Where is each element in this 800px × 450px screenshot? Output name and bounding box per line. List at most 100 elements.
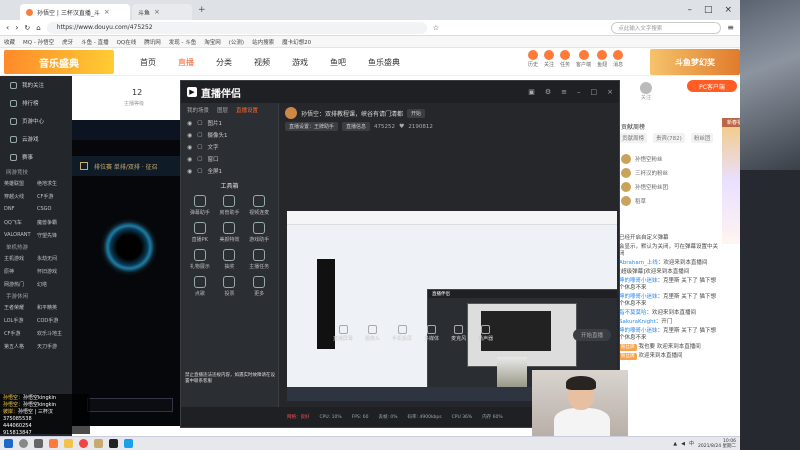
header-icon-button[interactable]: 鱼翅 <box>597 50 607 68</box>
sidebar-game-link[interactable]: 永劫无间 <box>37 252 68 264</box>
sidebar-game-link[interactable]: 幻塔 <box>37 278 68 290</box>
menu-icon[interactable]: ≡ <box>727 23 734 32</box>
chat-user[interactable]: Abraham_上线 <box>619 260 658 266</box>
bookmark-item[interactable]: 魔卡幻想20 <box>282 38 311 46</box>
header-icon-button[interactable]: 关注 <box>544 50 554 68</box>
header-icon-button[interactable]: 历史 <box>528 50 538 68</box>
sidebar-game-link[interactable]: 守望先锋 <box>37 229 68 241</box>
tool-button[interactable]: 点歌 <box>185 276 215 297</box>
eye-icon[interactable]: ◉ <box>187 120 192 127</box>
close-icon[interactable]: × <box>104 8 110 16</box>
tshirt-icon[interactable]: ▣ <box>528 88 535 96</box>
sidebar-game-link[interactable]: VALORANT <box>4 229 35 241</box>
start-live-button[interactable]: 开始直播 <box>573 329 611 341</box>
sidebar-game-link[interactable]: 第五人格 <box>4 340 35 352</box>
source-button[interactable]: 扬声器 <box>478 324 493 342</box>
menu-icon[interactable]: ≡ <box>561 88 567 96</box>
tool-button[interactable]: 美颜特效 <box>215 222 245 243</box>
close-icon[interactable]: × <box>154 8 160 16</box>
maximize-icon[interactable]: □ <box>704 5 713 15</box>
back-icon[interactable]: ‹ <box>6 23 9 32</box>
task-view-icon[interactable] <box>34 439 43 448</box>
nav-item[interactable]: 鱼吧 <box>330 57 346 68</box>
room-info-button[interactable]: 直播信息 <box>342 122 371 131</box>
browser-icon[interactable] <box>49 439 58 448</box>
eye-icon[interactable]: ◉ <box>187 168 192 175</box>
scene-tab[interactable]: 我的场景 <box>187 106 209 114</box>
scene-tab[interactable]: 直播设置 <box>236 106 258 114</box>
new-tab-icon[interactable]: + <box>198 5 206 15</box>
nav-item[interactable]: 直播 <box>178 57 194 68</box>
rank-tab[interactable]: 贵宾(782) <box>653 133 685 143</box>
sidebar-game-link[interactable]: 王者荣耀 <box>4 301 35 313</box>
chat-user[interactable]: 脂不莫莫哈 <box>619 310 647 316</box>
sidebar-item[interactable]: 页游中心 <box>0 112 72 130</box>
side-ad[interactable]: 新春福利 <box>722 118 740 244</box>
header-icon-button[interactable]: 客户端 <box>576 50 591 68</box>
tool-button[interactable]: 礼物展示 <box>185 249 215 270</box>
chat-user[interactable]: 坤的嚎哥小迷妹 <box>619 328 658 334</box>
sidebar-game-link[interactable]: CSGO <box>37 203 68 215</box>
bookmark-item[interactable]: 站内搜索 <box>252 38 274 46</box>
search-icon[interactable] <box>19 439 28 448</box>
chat-user[interactable]: 坤的嚎哥小迷妹 <box>619 278 658 284</box>
stream-edit-button[interactable]: 开始 <box>407 108 426 118</box>
url-input[interactable]: https://www.douyu.com/475252 <box>46 21 427 34</box>
qq-icon[interactable] <box>124 439 133 448</box>
chat-user[interactable]: 坤的嚎哥小迷妹 <box>619 294 658 300</box>
close-window-icon[interactable]: × <box>724 5 732 15</box>
rank-row[interactable]: 三杯汉的粉丝 <box>615 166 725 180</box>
sidebar-game-link[interactable]: QQ飞车 <box>4 216 35 228</box>
source-button[interactable]: 摄像头 <box>365 324 380 342</box>
rank-tab[interactable]: 粉丝团 <box>690 133 714 143</box>
chat-user[interactable]: SakuraKnight <box>619 319 656 325</box>
source-button[interactable]: 直播屏幕 <box>333 324 353 342</box>
sidebar-game-link[interactable]: 天刀手游 <box>37 340 68 352</box>
rank-row[interactable]: 孙悟空粉丝团 <box>615 180 725 194</box>
sidebar-game-link[interactable]: DNF <box>4 203 35 215</box>
layer-row[interactable]: ◉ ▢ 摄像头1 <box>181 129 278 141</box>
tool-button[interactable]: 抽奖 <box>215 249 245 270</box>
sidebar-game-link[interactable]: 和平精英 <box>37 301 68 313</box>
pc-client-button[interactable]: PC客户端 <box>687 80 737 92</box>
bookmark-item[interactable]: (公测) <box>229 38 244 46</box>
game-chat-input[interactable] <box>87 398 173 412</box>
layer-row[interactable]: ◉ ▢ 文字 <box>181 141 278 153</box>
minimize-icon[interactable]: – <box>577 88 581 96</box>
browser-tab-active[interactable]: 孙悟空 | 三杯汉直播_斗 × <box>20 4 130 20</box>
scene-tab[interactable]: 图层 <box>217 106 228 114</box>
tool-button[interactable]: 视频连麦 <box>244 195 274 216</box>
ime-indicator[interactable]: 中 <box>689 440 694 447</box>
sidebar-item[interactable]: 云游戏 <box>0 130 72 148</box>
layer-row[interactable]: ◉ ▢ 窗口 <box>181 153 278 165</box>
settings-icon[interactable]: ⚙ <box>545 88 551 96</box>
sidebar-game-link[interactable]: 网游热门 <box>4 278 35 290</box>
nav-item[interactable]: 分类 <box>216 57 232 68</box>
eye-icon[interactable]: ◉ <box>187 144 192 151</box>
browser-tab[interactable]: 斗鱼 × <box>132 4 192 20</box>
site-logo[interactable]: 音乐盛典 <box>4 50 114 74</box>
nav-item[interactable]: 视频 <box>254 57 270 68</box>
sidebar-game-link[interactable]: CF手游 <box>4 327 35 339</box>
nav-item[interactable]: 游戏 <box>292 57 308 68</box>
source-button[interactable]: 多媒体 <box>424 324 439 342</box>
sidebar-game-link[interactable]: 魔兽争霸 <box>37 216 68 228</box>
streaming-app-icon[interactable] <box>109 439 118 448</box>
sidebar-game-link[interactable]: 怀旧游戏 <box>37 265 68 277</box>
sidebar-game-link[interactable]: 绝地求生 <box>37 177 68 189</box>
windows-start-icon[interactable] <box>4 439 13 448</box>
header-banner[interactable]: 斗鱼梦幻奖 <box>650 49 740 75</box>
bookmark-item[interactable]: 收藏 <box>4 38 15 46</box>
sidebar-item[interactable]: 赛事 <box>0 148 72 166</box>
tool-button[interactable]: 游戏助手 <box>244 222 274 243</box>
eye-icon[interactable]: ◉ <box>187 156 192 163</box>
clock[interactable]: 10:06 2021/8/24 星期二 <box>698 439 736 449</box>
header-icon-button[interactable]: 消息 <box>613 50 623 68</box>
bookmark-item[interactable]: 发现 - 斗鱼 <box>169 38 196 46</box>
star-icon[interactable]: ☆ <box>433 24 439 32</box>
bookmark-item[interactable]: 斗鱼 - 直播 <box>81 38 108 46</box>
folder-icon[interactable] <box>64 439 73 448</box>
sidebar-game-link[interactable]: LOL手游 <box>4 314 35 326</box>
room-setting-button[interactable]: 直播设置：王牌助手 <box>285 122 339 131</box>
bookmark-item[interactable]: 淘宝网 <box>204 38 221 46</box>
